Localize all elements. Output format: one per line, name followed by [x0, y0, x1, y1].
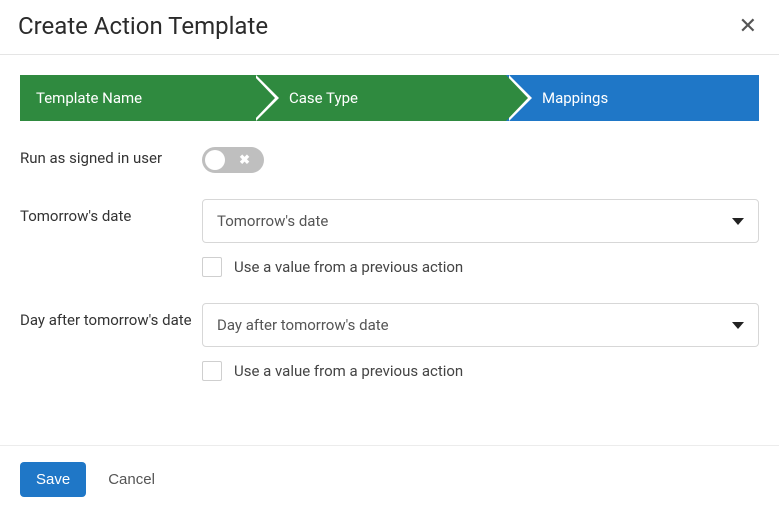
step-arrow-icon [253, 75, 275, 121]
run-as-row: Run as signed in user ✖ [20, 147, 759, 177]
use-prev-checkbox-tomorrow[interactable] [202, 257, 222, 277]
field-col-day-after: Day after tomorrow's date Use a value fr… [202, 303, 759, 381]
modal-footer: Save Cancel [0, 445, 779, 517]
toggle-off-icon: ✖ [239, 153, 250, 168]
step-label: Mappings [542, 89, 608, 107]
step-breadcrumb: Template Name Case Type Mappings [20, 75, 759, 121]
select-value: Tomorrow's date [217, 212, 328, 230]
use-prev-row-day-after: Use a value from a previous action [202, 361, 759, 381]
day-after-date-select[interactable]: Day after tomorrow's date [202, 303, 759, 347]
tomorrow-date-select[interactable]: Tomorrow's date [202, 199, 759, 243]
use-prev-checkbox-day-after[interactable] [202, 361, 222, 381]
close-icon: ✕ [739, 13, 757, 38]
chevron-down-icon [732, 218, 744, 225]
run-as-label: Run as signed in user [20, 147, 202, 167]
use-prev-row-tomorrow: Use a value from a previous action [202, 257, 759, 277]
field-label-day-after: Day after tomorrow's date [20, 303, 202, 329]
run-as-field: ✖ [202, 147, 759, 177]
run-as-toggle[interactable]: ✖ [202, 147, 264, 173]
step-case-type[interactable]: Case Type [253, 75, 506, 121]
chevron-down-icon [732, 322, 744, 329]
modal-header: Create Action Template ✕ [0, 0, 779, 55]
step-mappings[interactable]: Mappings [506, 75, 759, 121]
use-prev-label: Use a value from a previous action [234, 258, 463, 276]
field-row-tomorrow: Tomorrow's date Tomorrow's date Use a va… [20, 199, 759, 277]
field-col-tomorrow: Tomorrow's date Use a value from a previ… [202, 199, 759, 277]
create-action-template-modal: Create Action Template ✕ Template Name C… [0, 0, 779, 517]
field-row-day-after: Day after tomorrow's date Day after tomo… [20, 303, 759, 381]
step-arrow-icon [506, 75, 528, 121]
step-label: Template Name [36, 89, 142, 107]
step-label: Case Type [289, 89, 358, 107]
field-label-tomorrow: Tomorrow's date [20, 199, 202, 225]
step-template-name[interactable]: Template Name [20, 75, 253, 121]
cancel-button[interactable]: Cancel [104, 463, 159, 496]
use-prev-label: Use a value from a previous action [234, 362, 463, 380]
toggle-knob-icon [205, 150, 225, 170]
close-button[interactable]: ✕ [735, 13, 761, 39]
modal-title: Create Action Template [18, 12, 268, 40]
modal-body: Template Name Case Type Mappings Run as … [0, 55, 779, 445]
select-value: Day after tomorrow's date [217, 316, 389, 334]
save-button[interactable]: Save [20, 462, 86, 497]
